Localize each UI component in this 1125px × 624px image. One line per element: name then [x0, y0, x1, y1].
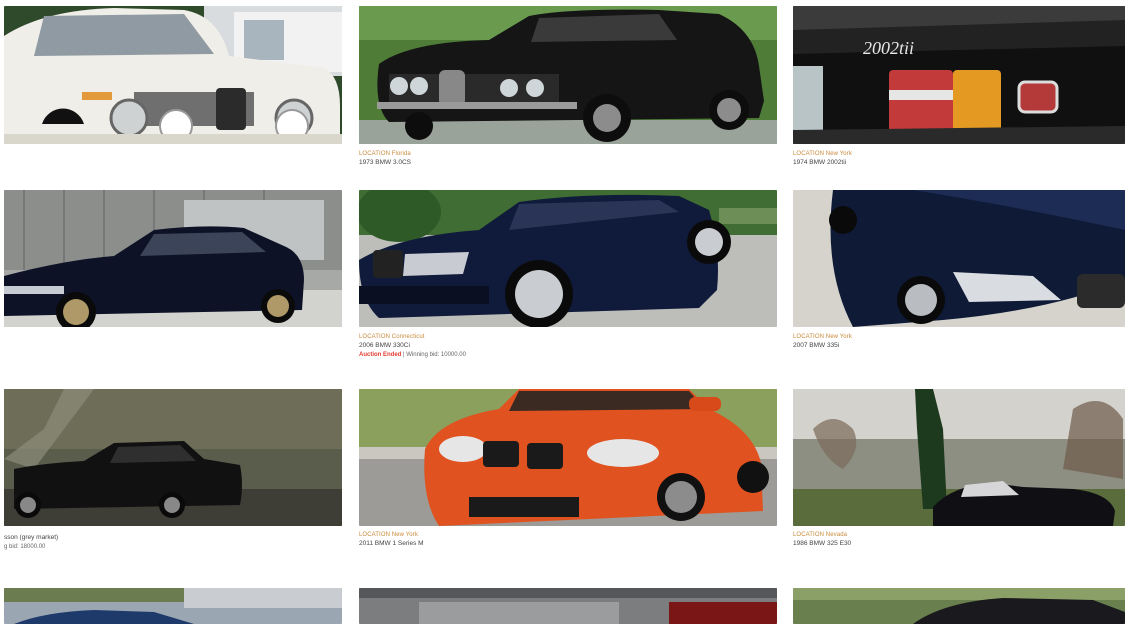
car-photo-garage-partial[interactable] — [359, 588, 777, 624]
listing-card[interactable] — [4, 6, 342, 181]
listing-title[interactable]: 1974 BMW 2002tii — [793, 159, 852, 166]
listing-card[interactable]: LOCATION Connecticut 2006 BMW 330Ci Auct… — [359, 190, 777, 380]
listing-card[interactable] — [4, 588, 342, 624]
car-photo-orange-1m[interactable] — [359, 389, 777, 526]
listing-title[interactable]: 2011 BMW 1 Series M — [359, 540, 424, 547]
listing-caption: LOCATION New York 2011 BMW 1 Series M — [359, 532, 424, 547]
listing-location: LOCATION New York — [359, 532, 418, 538]
listing-title[interactable]: 2007 BMW 335i — [793, 342, 852, 349]
listing-location: LOCATION Florida — [359, 151, 411, 157]
svg-text:2002tii: 2002tii — [863, 38, 914, 58]
listing-caption: LOCATION Florida 1973 BMW 3.0CS — [359, 151, 411, 166]
listing-caption: sson (grey market) g bid: 18000.00 — [4, 532, 58, 550]
listing-title[interactable]: 2006 BMW 330Ci — [359, 342, 466, 349]
car-photo-blue-335i[interactable] — [793, 190, 1125, 327]
car-photo-black-sedan-motion[interactable] — [4, 389, 342, 526]
auction-status: Auction Ended | Winning bid: 10000.00 — [359, 352, 466, 358]
listing-caption: LOCATION New York 2007 BMW 335i — [793, 334, 852, 349]
car-photo-convertible-e30[interactable] — [793, 389, 1125, 526]
car-photo-blue-330ci[interactable] — [359, 190, 777, 327]
listing-title[interactable]: 1973 BMW 3.0CS — [359, 159, 411, 166]
car-photo-black-3-0cs[interactable] — [359, 6, 777, 144]
winning-bid: g bid: 18000.00 — [4, 544, 46, 550]
listing-card[interactable]: 2002tii LOCATION New York 1974 BMW 2002t… — [793, 6, 1125, 181]
car-photo-black-coupe[interactable] — [4, 190, 342, 327]
auction-ended-label: Auction Ended — [359, 352, 402, 358]
winning-bid: | Winning bid: 10000.00 — [401, 352, 466, 358]
car-photo-black-2002tii-rear[interactable]: 2002tii — [793, 6, 1125, 144]
car-photo-white-2002[interactable] — [4, 6, 342, 144]
listing-location: LOCATION New York — [793, 151, 852, 157]
listing-card[interactable]: LOCATION Nevada 1986 BMW 325 E30 — [793, 389, 1125, 579]
listing-location: LOCATION Nevada — [793, 532, 848, 538]
listing-caption: LOCATION Nevada 1986 BMW 325 E30 — [793, 532, 851, 547]
listing-card[interactable]: sson (grey market) g bid: 18000.00 — [4, 389, 342, 579]
car-photo-blue-partial[interactable] — [4, 588, 342, 624]
listing-location: LOCATION New York — [793, 334, 852, 340]
listing-card[interactable] — [4, 190, 342, 380]
listing-location: LOCATION Connecticut — [359, 334, 425, 340]
listing-caption: LOCATION Connecticut 2006 BMW 330Ci Auct… — [359, 334, 466, 358]
listing-card[interactable]: LOCATION Florida 1973 BMW 3.0CS — [359, 6, 777, 181]
listing-card[interactable]: LOCATION New York 2011 BMW 1 Series M — [359, 389, 777, 579]
listing-card[interactable]: LOCATION New York 2007 BMW 335i — [793, 190, 1125, 380]
listing-card[interactable] — [793, 588, 1125, 624]
listing-caption: LOCATION New York 1974 BMW 2002tii — [793, 151, 852, 166]
listing-card[interactable] — [359, 588, 777, 624]
listing-title[interactable]: 1986 BMW 325 E30 — [793, 540, 851, 547]
car-photo-convertible-partial[interactable] — [793, 588, 1125, 624]
listing-title[interactable]: sson (grey market) — [4, 534, 58, 541]
